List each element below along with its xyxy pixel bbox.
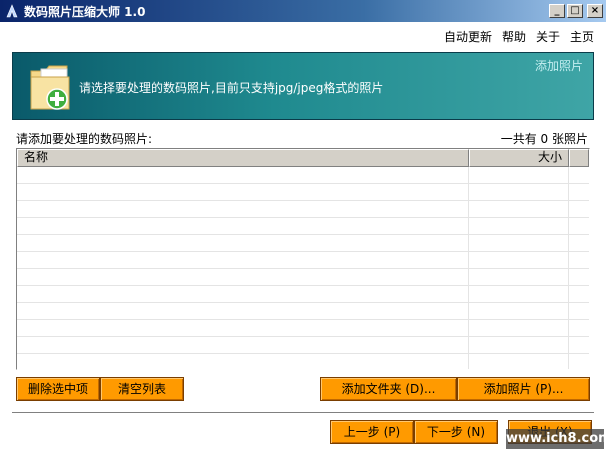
photo-list[interactable]: 名称 大小 <box>16 148 590 370</box>
close-button[interactable]: × <box>587 4 603 18</box>
column-divider <box>568 167 569 369</box>
column-divider <box>468 167 469 369</box>
top-menu: 自动更新 帮助 关于 主页 <box>444 28 594 45</box>
menu-help[interactable]: 帮助 <box>502 28 526 45</box>
watermark: www.ich8.com <box>506 429 606 449</box>
menu-auto-update[interactable]: 自动更新 <box>444 28 492 45</box>
title-bar: 数码照片压缩大师 1.0 _ □ × <box>0 0 606 22</box>
list-label: 请添加要处理的数码照片: <box>16 132 153 146</box>
minimize-button[interactable]: _ <box>549 4 565 18</box>
previous-step-button[interactable]: 上一步 (P) <box>330 420 414 444</box>
banner-message: 请选择要处理的数码照片,目前只支持jpg/jpeg格式的照片 <box>79 81 384 95</box>
menu-homepage[interactable]: 主页 <box>570 28 594 45</box>
divider <box>12 412 594 414</box>
delete-selected-button[interactable]: 删除选中项 <box>16 377 100 401</box>
menu-about[interactable]: 关于 <box>536 28 560 45</box>
clear-list-button[interactable]: 清空列表 <box>100 377 184 401</box>
column-header-spacer <box>569 149 589 167</box>
instruction-banner: 请选择要处理的数码照片,目前只支持jpg/jpeg格式的照片 添加照片 <box>12 52 594 120</box>
add-folder-icon <box>27 61 77 113</box>
maximize-button[interactable]: □ <box>567 4 583 18</box>
photo-count: 一共有 0 张照片 <box>500 132 588 146</box>
add-photo-link[interactable]: 添加照片 <box>535 57 583 74</box>
list-body[interactable] <box>17 167 589 369</box>
window-title: 数码照片压缩大师 1.0 <box>24 4 146 19</box>
column-header-name[interactable]: 名称 <box>17 149 469 167</box>
add-photo-button[interactable]: 添加照片 (P)... <box>457 377 590 401</box>
list-header: 名称 大小 <box>17 149 589 167</box>
column-header-size[interactable]: 大小 <box>469 149 569 167</box>
app-icon <box>4 3 20 19</box>
next-step-button[interactable]: 下一步 (N) <box>414 420 498 444</box>
add-folder-button[interactable]: 添加文件夹 (D)... <box>320 377 457 401</box>
